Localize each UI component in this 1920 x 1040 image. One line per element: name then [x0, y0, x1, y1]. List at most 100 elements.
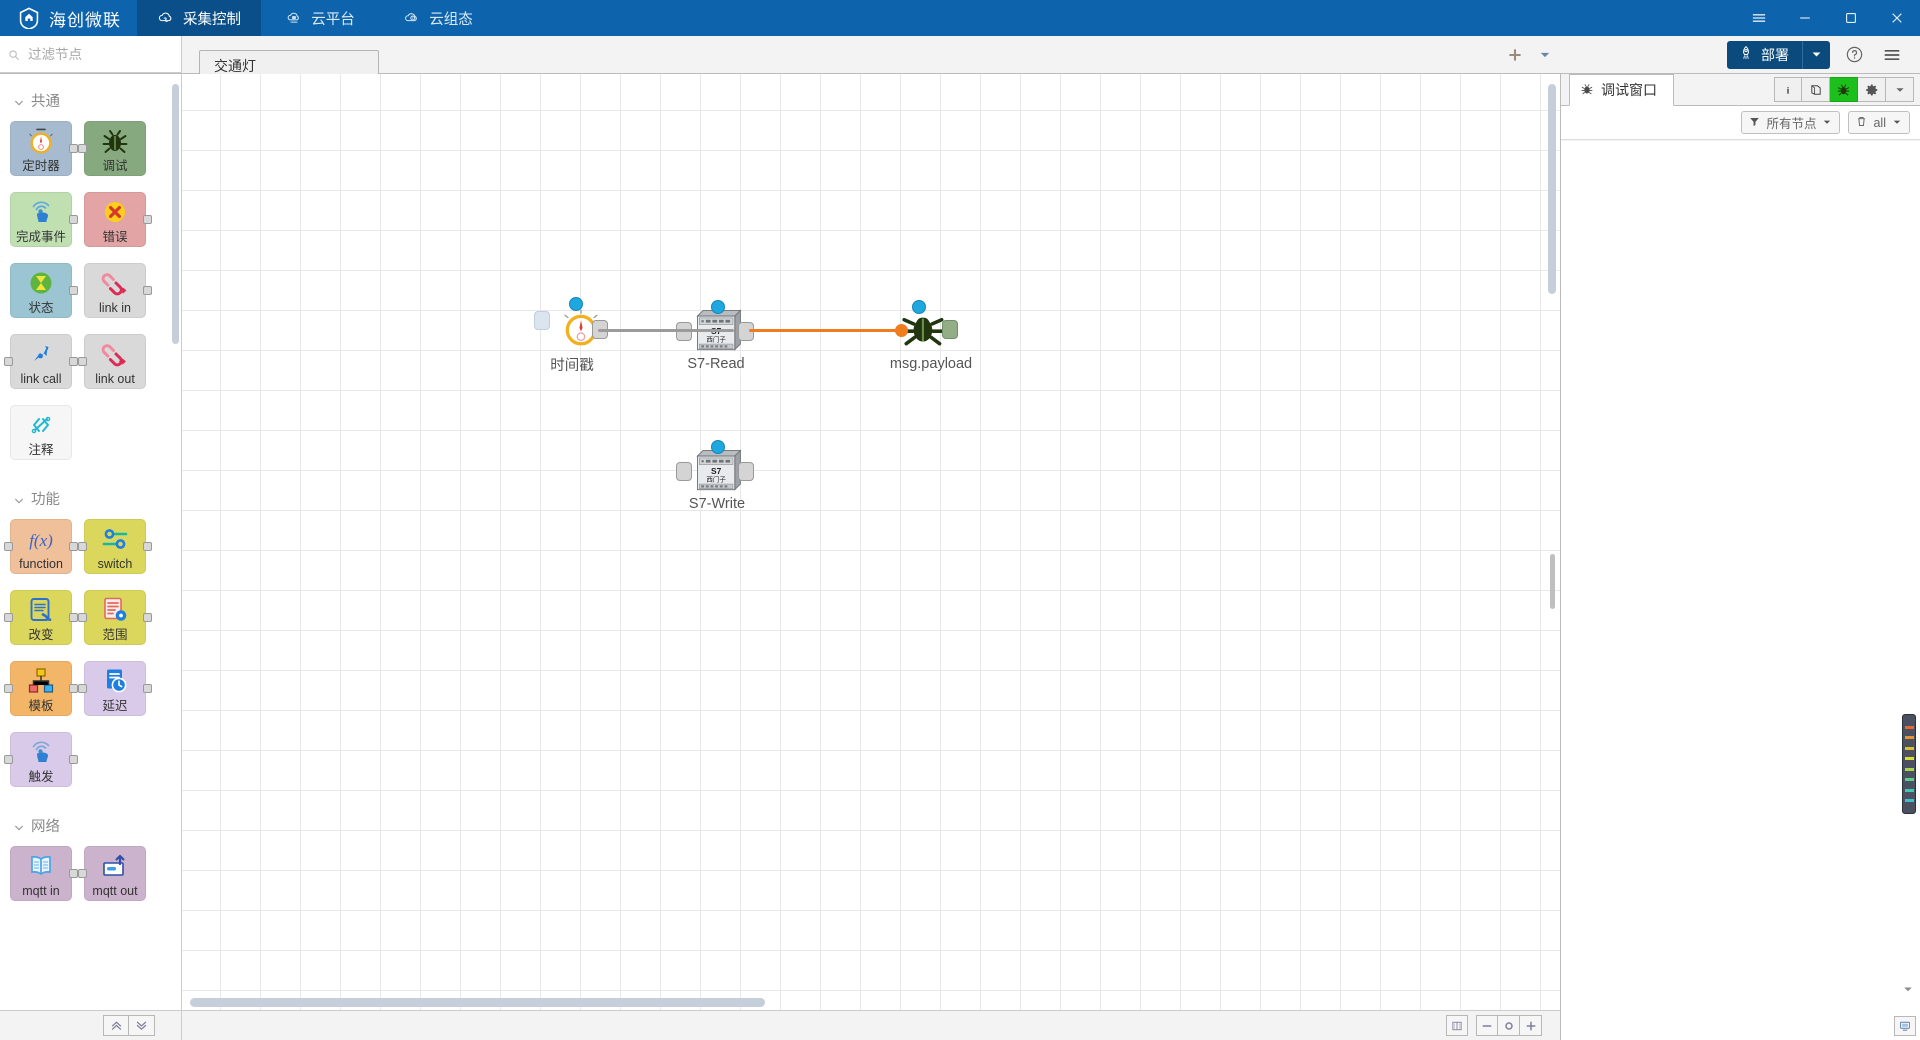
search-input[interactable] [26, 45, 173, 63]
palette-category-common[interactable]: 共通 [0, 78, 181, 121]
output-port[interactable] [143, 285, 152, 295]
nav-tab-collection-control[interactable]: 采集控制 [137, 0, 261, 36]
input-port[interactable] [534, 311, 550, 330]
palette-row: 状态 link in [10, 263, 181, 318]
input-port[interactable] [78, 143, 87, 153]
output-port[interactable] [69, 683, 78, 693]
output-port[interactable] [143, 541, 152, 551]
palette-node-label: 错误 [102, 230, 128, 244]
sidebar-collapse-button[interactable] [1902, 982, 1914, 1000]
input-port[interactable] [78, 612, 87, 622]
palette-node-error[interactable]: 错误 [84, 192, 152, 247]
input-port[interactable] [4, 683, 13, 693]
palette-node-change[interactable]: 改变 [4, 590, 78, 645]
palette-node-debug[interactable]: 调试 [78, 121, 146, 176]
output-port[interactable] [69, 612, 78, 622]
fit-view-button[interactable] [1446, 1015, 1468, 1036]
palette-node-template[interactable]: 模板 [4, 661, 78, 716]
input-port[interactable] [4, 541, 13, 551]
monitor-icon[interactable] [1894, 1016, 1916, 1036]
help-button[interactable] [1840, 41, 1868, 69]
input-port[interactable] [78, 356, 87, 366]
deploy-main[interactable]: 部署 [1727, 41, 1802, 69]
palette-node-status[interactable]: 状态 [10, 263, 78, 318]
canvas-vertical-scrollbar[interactable] [1548, 84, 1556, 294]
switch-toggles-icon [100, 524, 130, 554]
maximize-icon[interactable] [1828, 0, 1874, 36]
canvas-node-inject[interactable]: 时间戳 [534, 297, 608, 374]
output-port[interactable] [69, 214, 78, 224]
palette-node-delay[interactable]: 延迟 [78, 661, 152, 716]
output-port[interactable] [738, 462, 754, 481]
input-port[interactable] [4, 356, 13, 366]
expand-all-button[interactable] [129, 1015, 155, 1036]
flow-menu-button[interactable] [1532, 42, 1558, 68]
palette-scrollbar[interactable] [172, 84, 179, 344]
palette-node-function[interactable]: f(x) function [4, 519, 78, 574]
canvas-horizontal-scrollbar[interactable] [190, 998, 765, 1007]
input-port[interactable] [4, 612, 13, 622]
palette-rows-function: f(x) function switch 改变 范围 模板 延迟 触发 [0, 519, 181, 787]
clear-log-dropdown[interactable]: all [1848, 111, 1910, 134]
zoom-in-button[interactable] [1520, 1015, 1542, 1036]
zoom-reset-button[interactable] [1498, 1015, 1520, 1036]
input-port[interactable] [78, 541, 87, 551]
wire-s7read-to-debug[interactable] [749, 329, 901, 332]
close-icon[interactable] [1874, 0, 1920, 36]
palette-node-complete-event[interactable]: 完成事件 [10, 192, 78, 247]
palette-node-range[interactable]: 范围 [78, 590, 152, 645]
output-port[interactable] [143, 683, 152, 693]
palette-filter[interactable] [0, 36, 182, 73]
flow-canvas[interactable]: 时间戳 S7 西门子 S7-Read [182, 74, 1560, 1010]
output-port[interactable] [69, 541, 78, 551]
output-port[interactable] [69, 143, 78, 153]
debug-tab-button[interactable] [1830, 77, 1858, 102]
output-port[interactable] [69, 356, 78, 366]
minimize-icon[interactable] [1782, 0, 1828, 36]
palette-category-network[interactable]: 网络 [0, 803, 181, 846]
palette-node-comment[interactable]: 注释 [10, 405, 72, 460]
input-port[interactable] [78, 683, 87, 693]
palette-node-trigger[interactable]: 触发 [4, 732, 78, 787]
palette-node-link-in[interactable]: link in [84, 263, 152, 318]
titlebar-spacer [497, 0, 1736, 36]
palette-node-link-out[interactable]: link out [78, 334, 146, 389]
collapse-all-button[interactable] [103, 1015, 129, 1036]
node-palette[interactable]: 共通 定时器 调试 完成事件 错误 状态 link in link call l… [0, 74, 182, 1010]
palette-category-function[interactable]: 功能 [0, 476, 181, 519]
output-port[interactable] [143, 612, 152, 622]
wire-inject-to-s7read[interactable] [598, 329, 734, 332]
palette-node-link-call[interactable]: link call [4, 334, 78, 389]
output-port[interactable] [69, 754, 78, 764]
output-port[interactable] [942, 320, 958, 339]
info-tab-button[interactable]: i [1774, 77, 1802, 102]
range-doc-gear-icon [100, 595, 130, 625]
nav-tab-cloud-platform[interactable]: 云平台 [261, 0, 379, 36]
palette-node-timer[interactable]: 定时器 [10, 121, 78, 176]
hamburger-icon[interactable] [1736, 0, 1782, 36]
zoom-out-button[interactable] [1476, 1015, 1498, 1036]
palette-node-mqtt-out[interactable]: mqtt out [78, 846, 146, 901]
sidebar-more-button[interactable] [1886, 77, 1914, 102]
palette-node-switch[interactable]: switch [78, 519, 152, 574]
input-port[interactable] [4, 754, 13, 764]
node-filter-dropdown[interactable]: 所有节点 [1741, 111, 1841, 134]
output-port[interactable] [143, 214, 152, 224]
canvas-node-debug[interactable]: msg.payload [890, 300, 972, 372]
sidebar-tab-debug[interactable]: 调试窗口 [1569, 74, 1674, 106]
output-port[interactable] [69, 868, 78, 878]
palette-node-label: link in [99, 301, 131, 315]
deploy-caret-icon[interactable] [1802, 40, 1830, 69]
output-port[interactable] [69, 285, 78, 295]
canvas-node-s7-write[interactable]: S7 西门子 S7-Write [676, 440, 754, 512]
input-port[interactable] [78, 868, 87, 878]
add-flow-button[interactable] [1502, 42, 1528, 68]
help-tab-button[interactable] [1802, 77, 1830, 102]
main-menu-button[interactable] [1878, 41, 1906, 69]
deploy-button[interactable]: 部署 [1727, 40, 1830, 69]
canvas-vertical-scroll-thumb-secondary[interactable] [1550, 554, 1555, 609]
nav-tab-cloud-scada[interactable]: 云组态 [379, 0, 497, 36]
debug-message-list[interactable] [1561, 141, 1920, 1040]
config-tab-button[interactable] [1858, 77, 1886, 102]
palette-node-mqtt-in[interactable]: mqtt in [10, 846, 78, 901]
